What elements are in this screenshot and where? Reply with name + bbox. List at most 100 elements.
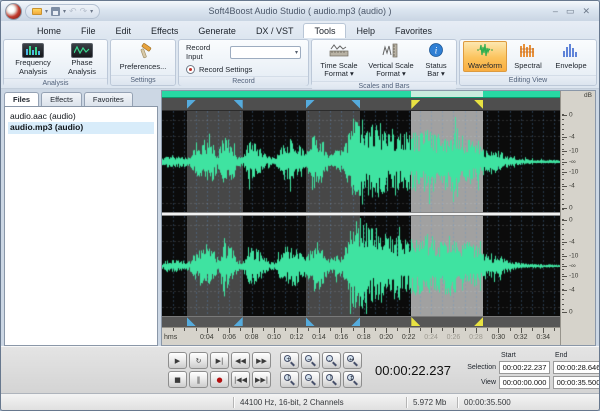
- status-bar-label: Status Bar ▾: [422, 62, 450, 79]
- waveform-channel-left[interactable]: [162, 111, 560, 212]
- zoom-level-icon: ]: [326, 374, 337, 385]
- zoom-out-button[interactable]: −: [301, 352, 320, 369]
- rewind-button[interactable]: ◀◀: [231, 352, 250, 369]
- menu-tab-home[interactable]: Home: [27, 24, 71, 38]
- region-marker[interactable]: [187, 100, 196, 109]
- zoom-in-button[interactable]: +: [280, 352, 299, 369]
- go-end-button[interactable]: ▶▶|: [252, 371, 271, 388]
- db-minor-tick: [562, 189, 564, 190]
- menu-tab-generate[interactable]: Generate: [188, 24, 246, 38]
- region-marker[interactable]: [306, 100, 315, 109]
- overview-bar[interactable]: [162, 91, 560, 98]
- time-ruler[interactable]: hms0:040:060:080:100:120:140:160:180:200…: [162, 327, 560, 345]
- phase-analysis-button[interactable]: Phase Analysis: [60, 41, 104, 78]
- menu-tab-tools[interactable]: Tools: [303, 23, 346, 38]
- stop-button[interactable]: ■: [168, 371, 187, 388]
- record-input-select[interactable]: ▾: [230, 46, 301, 59]
- top-marker-strip[interactable]: [162, 98, 560, 111]
- menu-tab-help[interactable]: Help: [346, 24, 385, 38]
- magnifier-modifier: ↔: [347, 355, 356, 364]
- time-scale-format-button[interactable]: Time Scale Format ▾: [315, 41, 363, 81]
- editing-group-label: Editing View: [460, 75, 596, 85]
- waveform-display[interactable]: hms0:040:060:080:100:120:140:160:180:200…: [162, 91, 560, 345]
- selection-marker[interactable]: [411, 317, 420, 326]
- ruler-tick: [218, 328, 219, 331]
- menu-tab-file[interactable]: File: [71, 24, 106, 38]
- app-logo-icon[interactable]: [5, 3, 22, 20]
- ruler-label: 0:08: [245, 334, 259, 341]
- control-bar: ▶↻▶|◀◀▶▶+−‥↔■‖●|◀◀▶▶|[−]↕ 00:00:22.237 S…: [1, 346, 599, 393]
- status-bar-button[interactable]: i Status Bar ▾: [419, 41, 453, 81]
- frequency-analysis-icon: [22, 43, 44, 58]
- bottom-marker-strip[interactable]: [162, 316, 560, 327]
- frequency-analysis-button[interactable]: Frequency Analysis: [7, 41, 59, 78]
- file-item[interactable]: audio.aac (audio): [8, 111, 154, 122]
- ruler-tick: [263, 328, 264, 331]
- db-minor-tick: [562, 234, 564, 235]
- waveform-channel-right[interactable]: [162, 216, 560, 316]
- zoom-selection-button[interactable]: [: [280, 371, 299, 388]
- play-file-button[interactable]: ▶|: [210, 352, 229, 369]
- zoom-horizontal-icon: ↔: [347, 355, 358, 366]
- forward-button[interactable]: ▶▶: [252, 352, 271, 369]
- region-marker[interactable]: [306, 317, 315, 326]
- file-item[interactable]: audio.mp3 (audio): [8, 122, 154, 133]
- close-button[interactable]: ✕: [582, 7, 590, 16]
- envelope-view-button[interactable]: Envelope: [549, 41, 593, 72]
- loop-button[interactable]: ↻: [189, 352, 208, 369]
- file-list[interactable]: audio.aac (audio)audio.mp3 (audio): [4, 106, 158, 346]
- zoom-level-button[interactable]: ]: [322, 371, 341, 388]
- transport-row: ▶↻▶|◀◀▶▶ +−‥ ↔: [168, 352, 362, 369]
- panel-tab-bar: FilesEffectsFavorites: [4, 90, 158, 106]
- zoom-horizontal-button[interactable]: ↔: [343, 352, 362, 369]
- selection-value-field[interactable]: 00:00:28.646: [553, 361, 600, 374]
- panel-tab-files[interactable]: Files: [4, 92, 39, 106]
- view-row-label: View: [462, 379, 496, 386]
- record-button[interactable]: ●: [210, 371, 229, 388]
- zoom-default-button[interactable]: ‥: [322, 352, 341, 369]
- panel-tab-favorites[interactable]: Favorites: [84, 92, 133, 106]
- db-tick: [562, 137, 567, 138]
- menu-tab-effects[interactable]: Effects: [141, 24, 188, 38]
- db-minor-tick: [562, 259, 564, 260]
- menu-tab-edit[interactable]: Edit: [106, 24, 142, 38]
- magnifier-modifier: ↕: [347, 374, 356, 383]
- region-marker[interactable]: [187, 317, 196, 326]
- pause-button[interactable]: ‖: [189, 371, 208, 388]
- maximize-button[interactable]: ▭: [566, 7, 575, 16]
- selection-marker[interactable]: [474, 100, 483, 109]
- waveform-view-button[interactable]: Waveform: [463, 41, 507, 72]
- go-start-button[interactable]: |◀◀: [231, 371, 250, 388]
- region-marker[interactable]: [234, 100, 243, 109]
- vertical-scale-format-button[interactable]: Vertical Scale Format ▾: [364, 41, 418, 81]
- zoom-out-alt-button[interactable]: −: [301, 371, 320, 388]
- ruler-tick: [543, 328, 544, 333]
- panel-tab-effects[interactable]: Effects: [41, 92, 82, 106]
- db-minor-tick: [562, 299, 564, 300]
- menu-tab-favorites[interactable]: Favorites: [385, 24, 442, 38]
- selection-value-field[interactable]: 00:00:22.237: [499, 361, 550, 374]
- view-value-field[interactable]: 00:00:00.000: [499, 376, 550, 389]
- ruler-label: 0:20: [379, 334, 393, 341]
- menu-tab-dx-vst[interactable]: DX / VST: [246, 24, 304, 38]
- ruler-tick: [319, 328, 320, 333]
- region-marker[interactable]: [351, 317, 360, 326]
- minimize-button[interactable]: –: [553, 7, 558, 16]
- ruler-tick: [532, 328, 533, 331]
- spectral-view-button[interactable]: Spectral: [508, 41, 548, 72]
- zoom-vertical-button[interactable]: ↕: [343, 371, 362, 388]
- db-minor-tick: [562, 194, 564, 195]
- db-tick-label: 0: [569, 112, 573, 119]
- selection-marker[interactable]: [474, 317, 483, 326]
- waveform-editor[interactable]: hms0:040:060:080:100:120:140:160:180:200…: [161, 90, 596, 346]
- selection-marker[interactable]: [411, 100, 420, 109]
- preferences-button[interactable]: Preferences...: [114, 41, 172, 73]
- record-settings-button[interactable]: Record Settings: [199, 65, 252, 74]
- view-value-field[interactable]: 00:00:35.500: [553, 376, 600, 389]
- db-tick: [562, 266, 567, 267]
- region-marker[interactable]: [234, 317, 243, 326]
- db-scale-title: dB: [584, 92, 592, 99]
- region-marker[interactable]: [351, 100, 360, 109]
- window-title: Soft4Boost Audio Studio ( audio.mp3 (aud…: [1, 6, 599, 16]
- play-button[interactable]: ▶: [168, 352, 187, 369]
